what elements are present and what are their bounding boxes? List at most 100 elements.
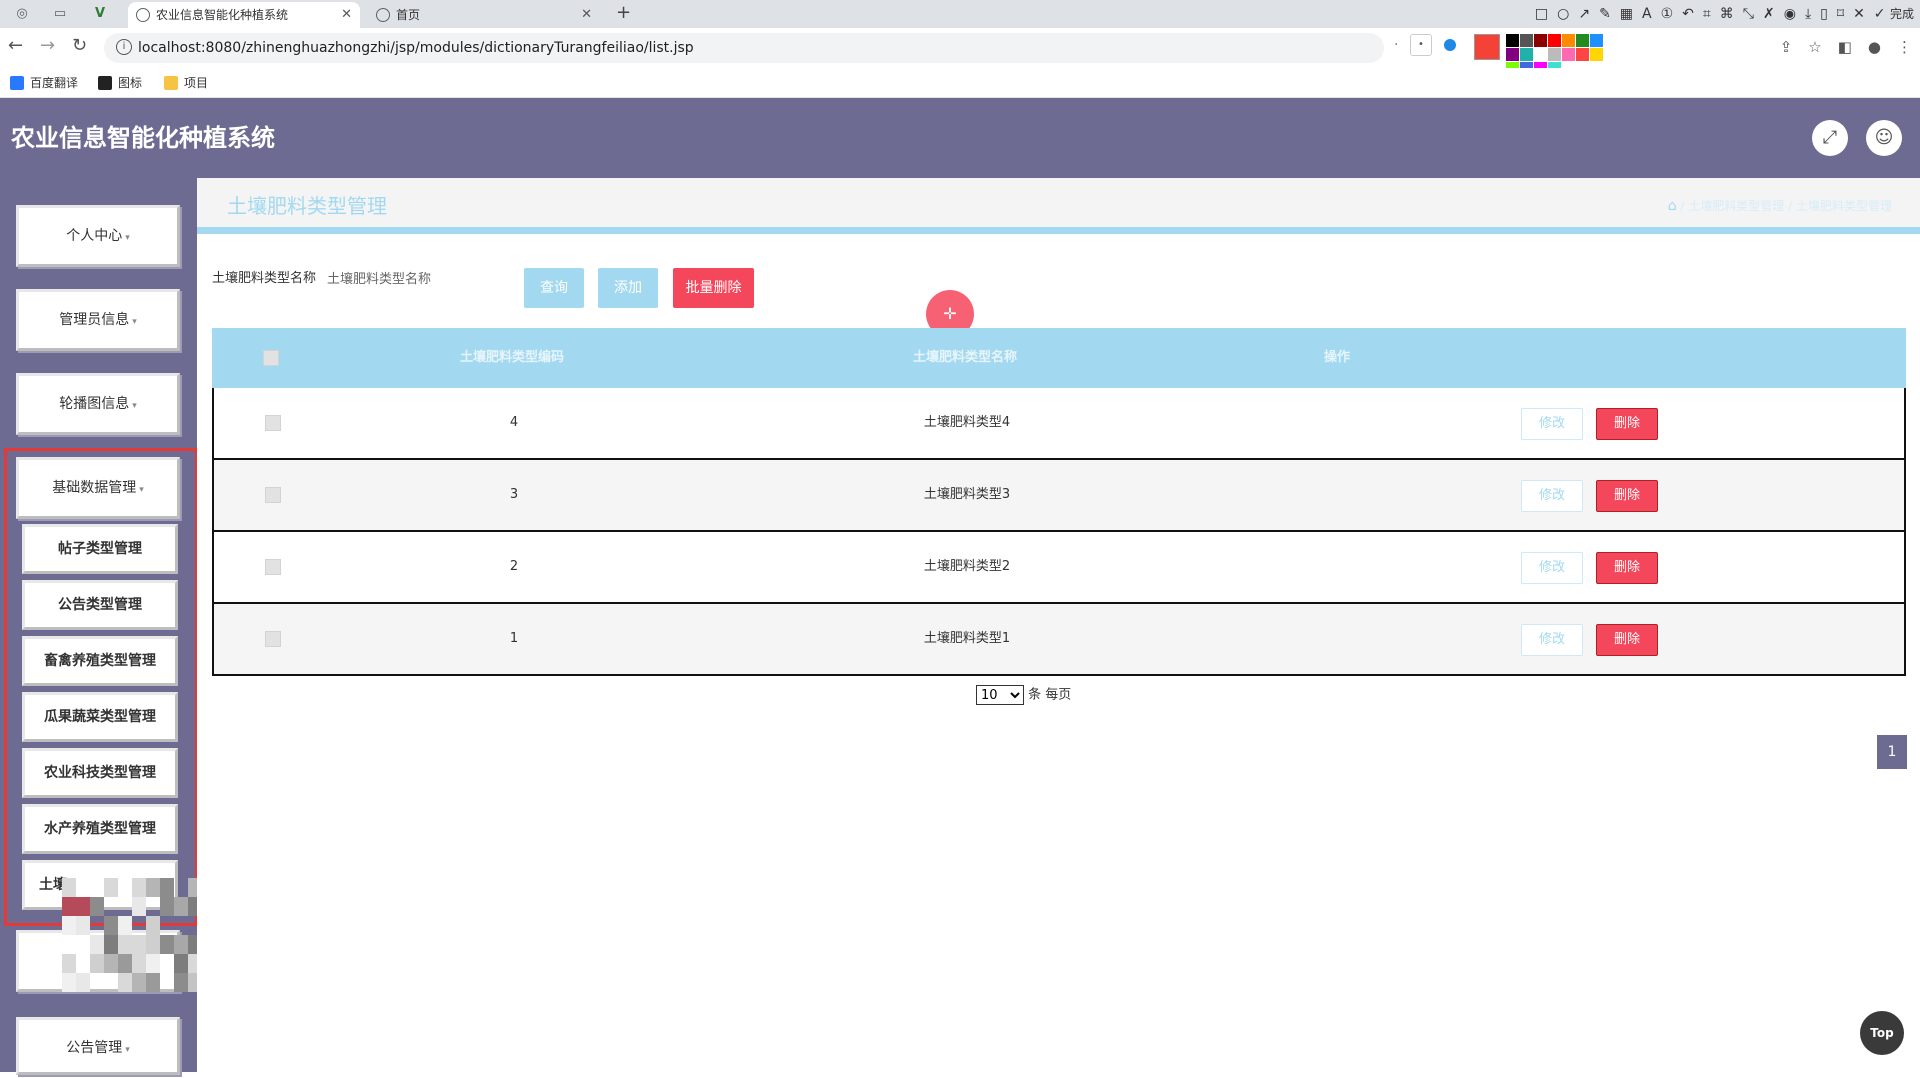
column-header-code[interactable]: 土壤肥料类型编码 — [412, 328, 612, 388]
page-size-select[interactable]: 10 — [976, 685, 1024, 705]
sidebar-item-admin-info[interactable]: 管理员信息 ▾ — [16, 289, 180, 351]
crop-icon[interactable]: ⌗ — [1703, 4, 1711, 24]
number-tool-icon[interactable]: ① — [1661, 4, 1674, 24]
image-icon — [98, 76, 112, 90]
delete-button[interactable]: 删除 — [1596, 480, 1658, 512]
delete-button[interactable]: 删除 — [1596, 624, 1658, 656]
mosaic-block — [90, 954, 104, 973]
arrow-tool-icon[interactable]: ↗ — [1578, 4, 1590, 24]
forward-icon[interactable]: → — [40, 36, 55, 56]
table-header: 土壤肥料类型编码 土壤肥料类型名称 操作 — [212, 328, 1906, 388]
close-icon[interactable]: ✕ — [581, 2, 592, 28]
color-swatch[interactable] — [1548, 34, 1561, 47]
translate-icon[interactable]: ⌘ — [1720, 4, 1734, 24]
submenu-notice-type[interactable]: 公告类型管理 — [22, 580, 178, 630]
dot-icon[interactable]: · — [1394, 37, 1398, 53]
new-tab-icon[interactable]: + — [616, 2, 631, 24]
color-swatch[interactable] — [1506, 34, 1519, 47]
ellipse-tool-icon[interactable]: ○ — [1557, 4, 1569, 24]
text-tool-icon[interactable]: A — [1642, 4, 1652, 24]
bookmark-icon[interactable]: ⌑ — [1837, 4, 1844, 24]
sidebar-item-notice-management[interactable]: 公告管理 ▾ — [16, 1017, 180, 1075]
batch-delete-button[interactable]: 批量删除 — [673, 268, 754, 308]
cell-name: 土壤肥料类型4 — [923, 415, 1011, 430]
globe-icon[interactable]: ◎ — [14, 6, 30, 22]
tab-active[interactable]: 农业信息智能化种植系统 ✕ — [128, 2, 360, 28]
url-field[interactable]: i localhost:8080/zhinenghuazhongzhi/jsp/… — [104, 33, 1398, 63]
row-checkbox[interactable] — [265, 415, 281, 431]
bookmark-icons[interactable]: 图标 — [98, 75, 142, 91]
record-icon[interactable]: ◉ — [1784, 4, 1796, 24]
color-swatch[interactable] — [1520, 34, 1533, 47]
undo-icon[interactable]: ↶ — [1682, 4, 1694, 24]
submenu-post-type[interactable]: 帖子类型管理 — [22, 524, 178, 574]
color-swatch[interactable] — [1562, 34, 1575, 47]
mosaic-block — [132, 878, 146, 897]
edit-button[interactable]: 修改 — [1521, 624, 1583, 656]
download-icon[interactable]: ⤓ — [1805, 4, 1811, 24]
delete-button[interactable]: 删除 — [1596, 408, 1658, 440]
reload-icon[interactable]: ↻ — [72, 36, 87, 56]
menu-icon[interactable]: ⋮ — [1897, 38, 1912, 56]
submenu-fruit-vegetable-type[interactable]: 瓜果蔬菜类型管理 — [22, 692, 178, 742]
share-icon[interactable]: ⇪ — [1780, 38, 1793, 56]
sidebar-item-personal-center[interactable]: 个人中心 ▾ — [16, 205, 180, 267]
scale-icon[interactable]: ⤡ — [1743, 4, 1754, 24]
color-swatch[interactable] — [1576, 48, 1589, 61]
submenu-aquaculture-type[interactable]: 水产养殖类型管理 — [22, 804, 178, 854]
pin-icon[interactable]: ✗ — [1763, 4, 1775, 24]
close-icon[interactable]: ✕ — [1853, 4, 1865, 24]
sidebar-item-carousel-info[interactable]: 轮播图信息 ▾ — [16, 373, 180, 435]
color-swatch[interactable] — [1520, 48, 1533, 61]
star-icon[interactable]: ☆ — [1808, 38, 1821, 56]
color-swatch[interactable] — [1562, 48, 1575, 61]
info-icon[interactable]: i — [116, 39, 132, 55]
sidepanel-icon[interactable]: ◧ — [1838, 38, 1852, 56]
back-icon[interactable]: ← — [8, 36, 23, 56]
user-icon[interactable]: ☺ — [1866, 120, 1902, 156]
done-button[interactable]: ✓ 完成 — [1874, 4, 1914, 24]
phone-icon[interactable]: ▯ — [1820, 4, 1828, 24]
color-swatch[interactable] — [1534, 48, 1547, 61]
tab-icon[interactable]: ▭ — [52, 6, 68, 22]
color-swatch[interactable] — [1548, 48, 1561, 61]
bookmark-baidu-translate[interactable]: 百度翻译 — [10, 75, 78, 91]
query-button[interactable]: 查询 — [524, 268, 584, 308]
selected-color-swatch[interactable] — [1474, 34, 1500, 60]
page-number-button[interactable]: 1 — [1877, 735, 1907, 769]
row-checkbox[interactable] — [265, 631, 281, 647]
edit-button[interactable]: 修改 — [1521, 552, 1583, 584]
bookmark-project[interactable]: 项目 — [164, 75, 208, 91]
search-row: 土壤肥料类型名称 查询 添加 批量删除 — [197, 268, 1920, 312]
color-swatch[interactable] — [1534, 34, 1547, 47]
edit-button[interactable]: 修改 — [1521, 480, 1583, 512]
brush-size-large-icon[interactable] — [1444, 39, 1456, 51]
edit-button[interactable]: 修改 — [1521, 408, 1583, 440]
row-checkbox[interactable] — [265, 487, 281, 503]
vue-icon[interactable]: V — [92, 6, 108, 22]
home-icon[interactable]: ⌂ — [1668, 198, 1677, 214]
color-swatch[interactable] — [1590, 48, 1603, 61]
color-swatch[interactable] — [1506, 48, 1519, 61]
sidebar-item-basic-data[interactable]: 基础数据管理 ▾ — [16, 457, 180, 519]
profile-icon[interactable]: ● — [1868, 38, 1881, 56]
color-swatch[interactable] — [1576, 34, 1589, 47]
color-swatch[interactable] — [1590, 34, 1603, 47]
back-to-top-button[interactable]: Top — [1860, 1011, 1904, 1055]
breadcrumb-item[interactable]: 土壤肥料类型管理 — [1688, 199, 1784, 213]
rectangle-tool-icon[interactable]: □ — [1535, 4, 1548, 24]
delete-button[interactable]: 删除 — [1596, 552, 1658, 584]
add-button[interactable]: 添加 — [598, 268, 658, 308]
pen-tool-icon[interactable]: ✎ — [1599, 4, 1611, 24]
tab-home[interactable]: 首页 ✕ — [368, 2, 600, 28]
row-checkbox[interactable] — [265, 559, 281, 575]
brush-size-small-icon[interactable]: • — [1410, 34, 1432, 56]
search-input[interactable] — [327, 268, 457, 290]
select-all-checkbox[interactable] — [263, 350, 279, 366]
fullscreen-icon[interactable]: ⤢ — [1812, 120, 1848, 156]
submenu-agri-tech-type[interactable]: 农业科技类型管理 — [22, 748, 178, 798]
close-icon[interactable]: ✕ — [341, 2, 352, 28]
submenu-livestock-type[interactable]: 畜禽养殖类型管理 — [22, 636, 178, 686]
mosaic-tool-icon[interactable]: ▦ — [1620, 4, 1633, 24]
column-header-name[interactable]: 土壤肥料类型名称 — [815, 328, 1115, 388]
